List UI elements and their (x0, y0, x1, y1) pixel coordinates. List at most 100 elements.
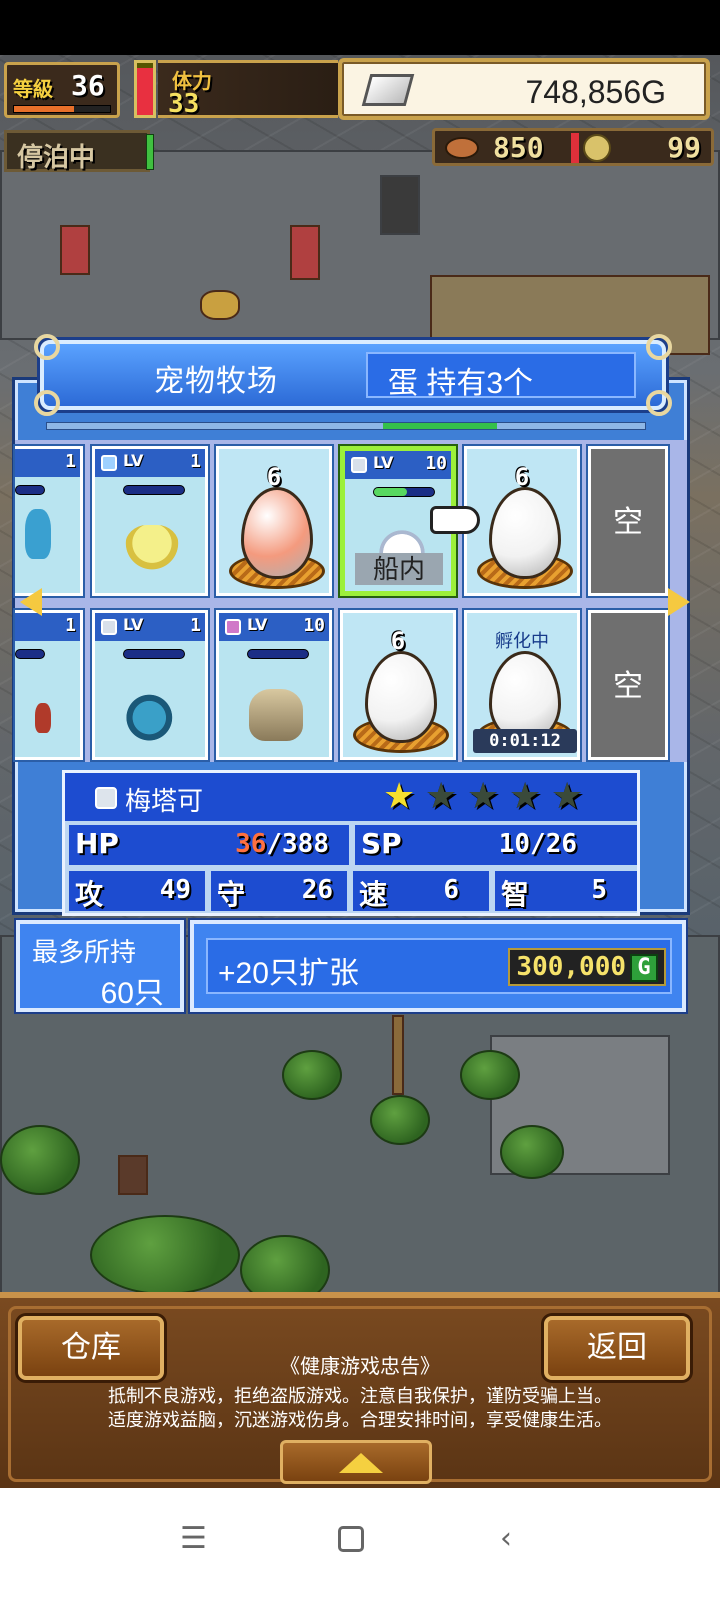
stamina-box: 体力 33 (158, 60, 338, 119)
capacity-value: 60只 (100, 977, 164, 1010)
mummy-sprite (249, 689, 303, 741)
eggs-held-text: 蛋 持有3个 (388, 367, 534, 400)
anchor-status-text: 停泊中 (17, 143, 96, 173)
rarity-gem-icon (101, 455, 117, 471)
egg-count: 6 (390, 627, 406, 655)
intelligence-cell: 智 5 (495, 871, 637, 911)
egg-icon (365, 651, 437, 743)
expand-menu-button[interactable] (280, 1440, 432, 1484)
pet-hp-bar (373, 487, 435, 497)
hp-label: HP (75, 827, 119, 860)
meat-icon (445, 137, 479, 159)
pet-level: 1 (65, 615, 76, 636)
pet-hp-bar (123, 485, 185, 495)
stamina-gauge-fill (137, 68, 153, 115)
bottom-bar: 仓库 返回 《健康游戏忠告》 抵制不良游戏，拒绝盗版游戏。注意自我保护，谨防受骗… (0, 1292, 720, 1488)
tree (90, 1215, 240, 1295)
pet-hp-bar (15, 649, 45, 659)
tree (282, 1050, 342, 1100)
pet-stats-header: 梅塔可 ★ ★ ★ ★ ★ (65, 773, 637, 821)
home-icon[interactable] (338, 1526, 364, 1552)
status-bar (0, 0, 720, 55)
hatching-egg-slot[interactable]: 孵化中 0:01:12 (464, 610, 580, 760)
health-notice-title: 《健康游戏忠告》 (280, 1356, 440, 1378)
hatching-label: 孵化中 (495, 631, 549, 651)
menu-icon[interactable]: ☰ (180, 1524, 207, 1554)
hatch-timer: 0:01:12 (473, 729, 577, 753)
banner (60, 225, 90, 275)
sp-label: SP (361, 827, 402, 860)
egg-slot[interactable]: 6 (216, 446, 332, 596)
serpent-sprite (125, 689, 179, 741)
scroll-left-arrow[interactable] (20, 588, 42, 616)
star-empty-icon: ★ (509, 776, 542, 817)
defense-cell: 守 26 (211, 871, 347, 911)
expand-cost-value: 300,000 (516, 952, 626, 982)
pole (392, 1015, 404, 1095)
sack (200, 290, 240, 320)
pet-level: 10 (303, 615, 325, 636)
capacity-label: 最多所持 (32, 937, 137, 967)
scroll-right-arrow[interactable] (668, 588, 690, 616)
level-exp-bar (13, 105, 111, 113)
health-notice-line: 抵制不良游戏，拒绝盗版游戏。注意自我保护，谨防受骗上当。 (108, 1386, 612, 1406)
pet-level: 1 (65, 451, 76, 472)
ornament (646, 334, 672, 360)
intelligence-value: 5 (591, 875, 607, 905)
egg-count: 6 (514, 463, 530, 491)
page-scrollbar-thumb[interactable] (383, 423, 497, 429)
speed-value: 6 (443, 875, 459, 905)
resource-divider (571, 133, 579, 163)
empty-slot[interactable]: 空 (588, 610, 668, 760)
speed-cell: 速 6 (353, 871, 489, 911)
hp-current: 36 (235, 829, 267, 859)
pet-name: 梅塔可 (125, 786, 204, 816)
pet-lv-label: LV (247, 615, 268, 634)
gate-door (380, 175, 420, 235)
pet-lv-label: LV (123, 451, 144, 470)
pet-lv-label: LV (373, 453, 394, 472)
intelligence-label: 智 (501, 878, 530, 911)
pet-status-label: 船内 (355, 553, 443, 585)
panel-title-bar: 宠物牧场 蛋 持有3个 (34, 334, 672, 416)
hp-max: /388 (266, 829, 329, 859)
expand-capacity-button[interactable]: +20只扩张 300,000 G (190, 920, 686, 1012)
empty-slot[interactable]: 空 (588, 446, 668, 596)
level-box: 等級 36 (4, 62, 120, 118)
star-empty-icon: ★ (467, 776, 500, 817)
gold-display: 748,856G (338, 58, 710, 120)
level-value: 36 (71, 69, 105, 102)
silver-bar-icon (361, 74, 415, 106)
food-value: 850 (493, 131, 544, 164)
pet-stats-panel: 梅塔可 ★ ★ ★ ★ ★ HP 36/388 SP 10/26 攻 49 守 26 速… (62, 770, 640, 916)
ornament (34, 334, 60, 360)
empty-slot-label: 空 (613, 506, 643, 539)
anchor-status-badge[interactable]: 停泊中 (4, 130, 150, 173)
tree (0, 1125, 80, 1195)
egg-slot[interactable]: 6 (340, 610, 456, 760)
pet-rarity-gem-icon (95, 787, 117, 809)
level-exp-fill (14, 106, 74, 112)
capacity-box: 最多所持 60只 (16, 920, 184, 1012)
ornament (646, 390, 672, 416)
speed-label: 速 (359, 878, 388, 911)
page-scrollbar[interactable] (46, 422, 646, 430)
attack-label: 攻 (75, 878, 104, 911)
egg-icon (241, 487, 313, 579)
pet-slot[interactable]: LV 10 (216, 610, 332, 760)
star-empty-icon: ★ (425, 776, 458, 817)
pet-level: 1 (190, 615, 201, 636)
egg-slot[interactable]: 6 (464, 446, 580, 596)
game-screen: 等級 36 体力 33 748,856G 停泊中 850 99 宠物牧场 蛋 持… (0, 0, 720, 1600)
back-nav-icon[interactable]: ‹ (500, 1524, 512, 1554)
pet-hp-bar (247, 649, 309, 659)
pet-slot-partial[interactable]: 1 (15, 446, 83, 596)
pet-slot[interactable]: LV 1 (92, 610, 208, 760)
attack-cell: 攻 49 (69, 871, 205, 911)
pet-slot-partial[interactable]: 1 (15, 610, 83, 760)
pet-slot[interactable]: LV 1 (92, 446, 208, 596)
sp-value: 10/26 (498, 829, 577, 859)
expand-label: +20只扩张 (218, 957, 359, 990)
system-nav-bar: ☰ ‹ (0, 1488, 720, 1600)
egg-count: 6 (266, 463, 282, 491)
